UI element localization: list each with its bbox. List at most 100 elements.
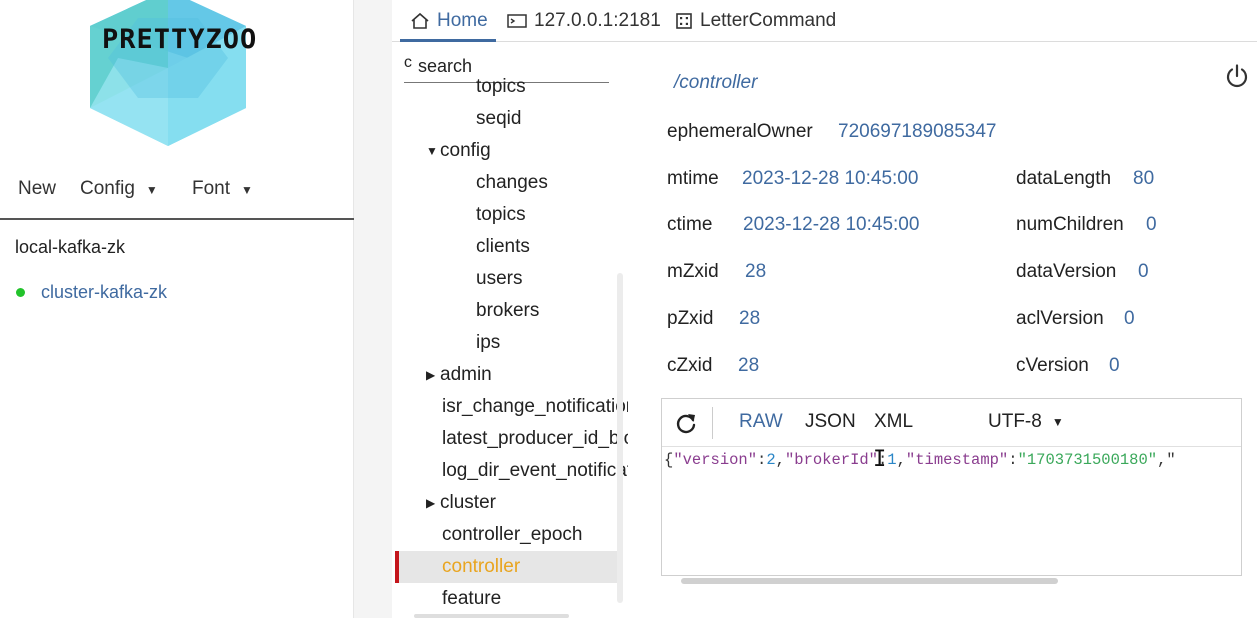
stat-value-numchildren: 0 [1146,214,1157,235]
menu-config[interactable]: Config ▼ [80,178,158,200]
tree-node-users[interactable]: users [476,263,522,295]
stat-label-mtime: mtime [667,168,719,189]
tree-node-ips[interactable]: ips [476,327,500,359]
code-token: "brokerId" [784,451,878,469]
tree-node-latest-producer-id-block[interactable]: latest_producer_id_block [442,423,628,455]
server-item-cluster-kafka-zk[interactable]: cluster-kafka-zk [41,282,167,303]
format-xml-button[interactable]: XML [874,411,913,433]
tree-node-brokers[interactable]: brokers [476,295,539,327]
format-raw-button[interactable]: RAW [739,411,783,433]
code-token: "timestamp" [905,451,1009,469]
code-token: "version" [673,451,758,469]
menu-config-label: Config [80,178,135,199]
stat-label-czxid: cZxid [667,355,713,376]
code-token: 1 [887,451,897,469]
caret-right-icon[interactable]: ▶ [426,368,440,382]
menu-new[interactable]: New [18,178,56,200]
power-icon [1226,64,1248,88]
chevron-down-icon: ▼ [145,183,158,197]
node-detail-panel: /controller ephemeralOwner 7206971890853… [628,43,1257,618]
tree-node-topics[interactable]: topics [476,71,526,103]
tree-node-label: topics [476,76,526,97]
ephemeral-owner-label: ephemeralOwner [667,121,813,142]
stat-value-mtime: 2023-12-28 10:45:00 [742,168,919,189]
stat-label-aclversion: aclVersion [1016,308,1104,329]
caret-down-icon[interactable]: ▼ [426,144,440,158]
code-token: , [775,451,785,469]
code-token: , [896,451,906,469]
tree-node-controller-epoch[interactable]: controller_epoch [442,519,582,551]
code-token: 2 [766,451,776,469]
tab-home[interactable]: Home [410,0,488,42]
command-icon [675,12,693,30]
tree-node-label: changes [476,172,548,193]
caret-right-icon[interactable]: ▶ [426,496,440,510]
code-token: : [757,451,767,469]
tab-server-terminal[interactable]: 127.0.0.1:2181 [507,0,661,42]
connected-status-icon [16,288,25,297]
stat-label-ctime: ctime [667,214,713,235]
tree-node-feature[interactable]: feature [442,583,501,615]
search-icon: ɔ [404,53,412,71]
tree-node-changes[interactable]: changes [476,167,548,199]
tree-node-config[interactable]: ▼ config [426,135,491,167]
tree-node-controller[interactable]: controller [395,551,617,583]
tree-node-label: isr_change_notification [442,396,628,417]
stat-label-pzxid: pZxid [667,308,714,329]
code-token: : [1008,451,1018,469]
panel-splitter[interactable] [354,0,392,618]
tree-node-topics[interactable]: topics [476,199,526,231]
server-panel: PRETTYZOO New Config ▼ Font ▼ local-kafk… [0,0,354,618]
tree-node-label: brokers [476,300,540,321]
tree-node-label: feature [442,588,502,609]
code-token: { [664,451,674,469]
tree-node-label: controller_epoch [442,524,583,545]
stat-value-mzxid: 28 [745,261,767,282]
menu-font[interactable]: Font ▼ [192,178,253,200]
tree-node-label: config [440,140,491,161]
tree-node-label: clients [476,236,530,257]
tree-node-label: log_dir_event_notification [442,460,628,481]
server-item-local-kafka-zk[interactable]: local-kafka-zk [15,237,125,258]
tree-node-log-dir-event-notification[interactable]: log_dir_event_notification [442,455,628,487]
disconnect-button[interactable] [1224,63,1250,94]
tree-vertical-scrollbar[interactable] [617,273,623,603]
refresh-icon [676,414,696,434]
tab-letter-command[interactable]: LetterCommand [675,0,836,42]
logo-text: PRETTYZOO [102,24,258,55]
tree-node-clients[interactable]: clients [476,231,530,263]
menu-divider [0,218,354,220]
stat-value-dataversion: 0 [1138,261,1149,282]
tree-node-seqid[interactable]: seqid [476,103,521,135]
data-content[interactable]: {"version":2,"brokerId":1,"timestamp":"1… [664,451,1239,469]
menu-font-label: Font [192,178,231,199]
tree-node-cluster[interactable]: ▶ cluster [426,487,496,519]
terminal-icon [507,13,527,29]
stat-value-czxid: 28 [738,355,760,376]
tree-node-isr-change-notification[interactable]: isr_change_notification [442,391,628,423]
editor-horizontal-scrollbar[interactable] [681,578,1058,584]
stat-value-pzxid: 28 [739,308,761,329]
data-editor: RAW JSON XML UTF-8 ▼ {"version":2,"broker… [661,398,1242,584]
refresh-button[interactable] [674,411,698,440]
stat-label-numchildren: numChildren [1016,214,1124,235]
editor-toolbar: RAW JSON XML UTF-8 ▼ [662,399,1241,447]
tree-node-label: ips [476,332,501,353]
code-token: "1703731500180" [1017,451,1158,469]
tree-horizontal-scrollbar[interactable] [414,614,569,618]
menubar: New Config ▼ Font ▼ [0,176,354,206]
tab-home-label: Home [437,10,488,31]
ephemeral-owner-value: 720697189085347 [838,121,997,142]
tree-node-label: seqid [476,108,522,129]
node-path: /controller [674,72,758,93]
encoding-select[interactable]: UTF-8 ▼ [988,411,1064,433]
tab-bar: Home 127.0.0.1:2181 LetterCommand [392,0,1257,42]
format-json-button[interactable]: JSON [805,411,856,433]
stat-value-ctime: 2023-12-28 10:45:00 [743,214,920,235]
chevron-down-icon: ▼ [1051,415,1064,429]
stat-value-datalength: 80 [1133,168,1155,189]
tree-node-admin[interactable]: ▶ admin [426,359,492,391]
stat-label-dataversion: dataVersion [1016,261,1117,282]
node-tree-panel: ɔ topics seqid ▼config changes topics clients… [392,43,628,618]
text-cursor-icon: I [873,447,887,472]
